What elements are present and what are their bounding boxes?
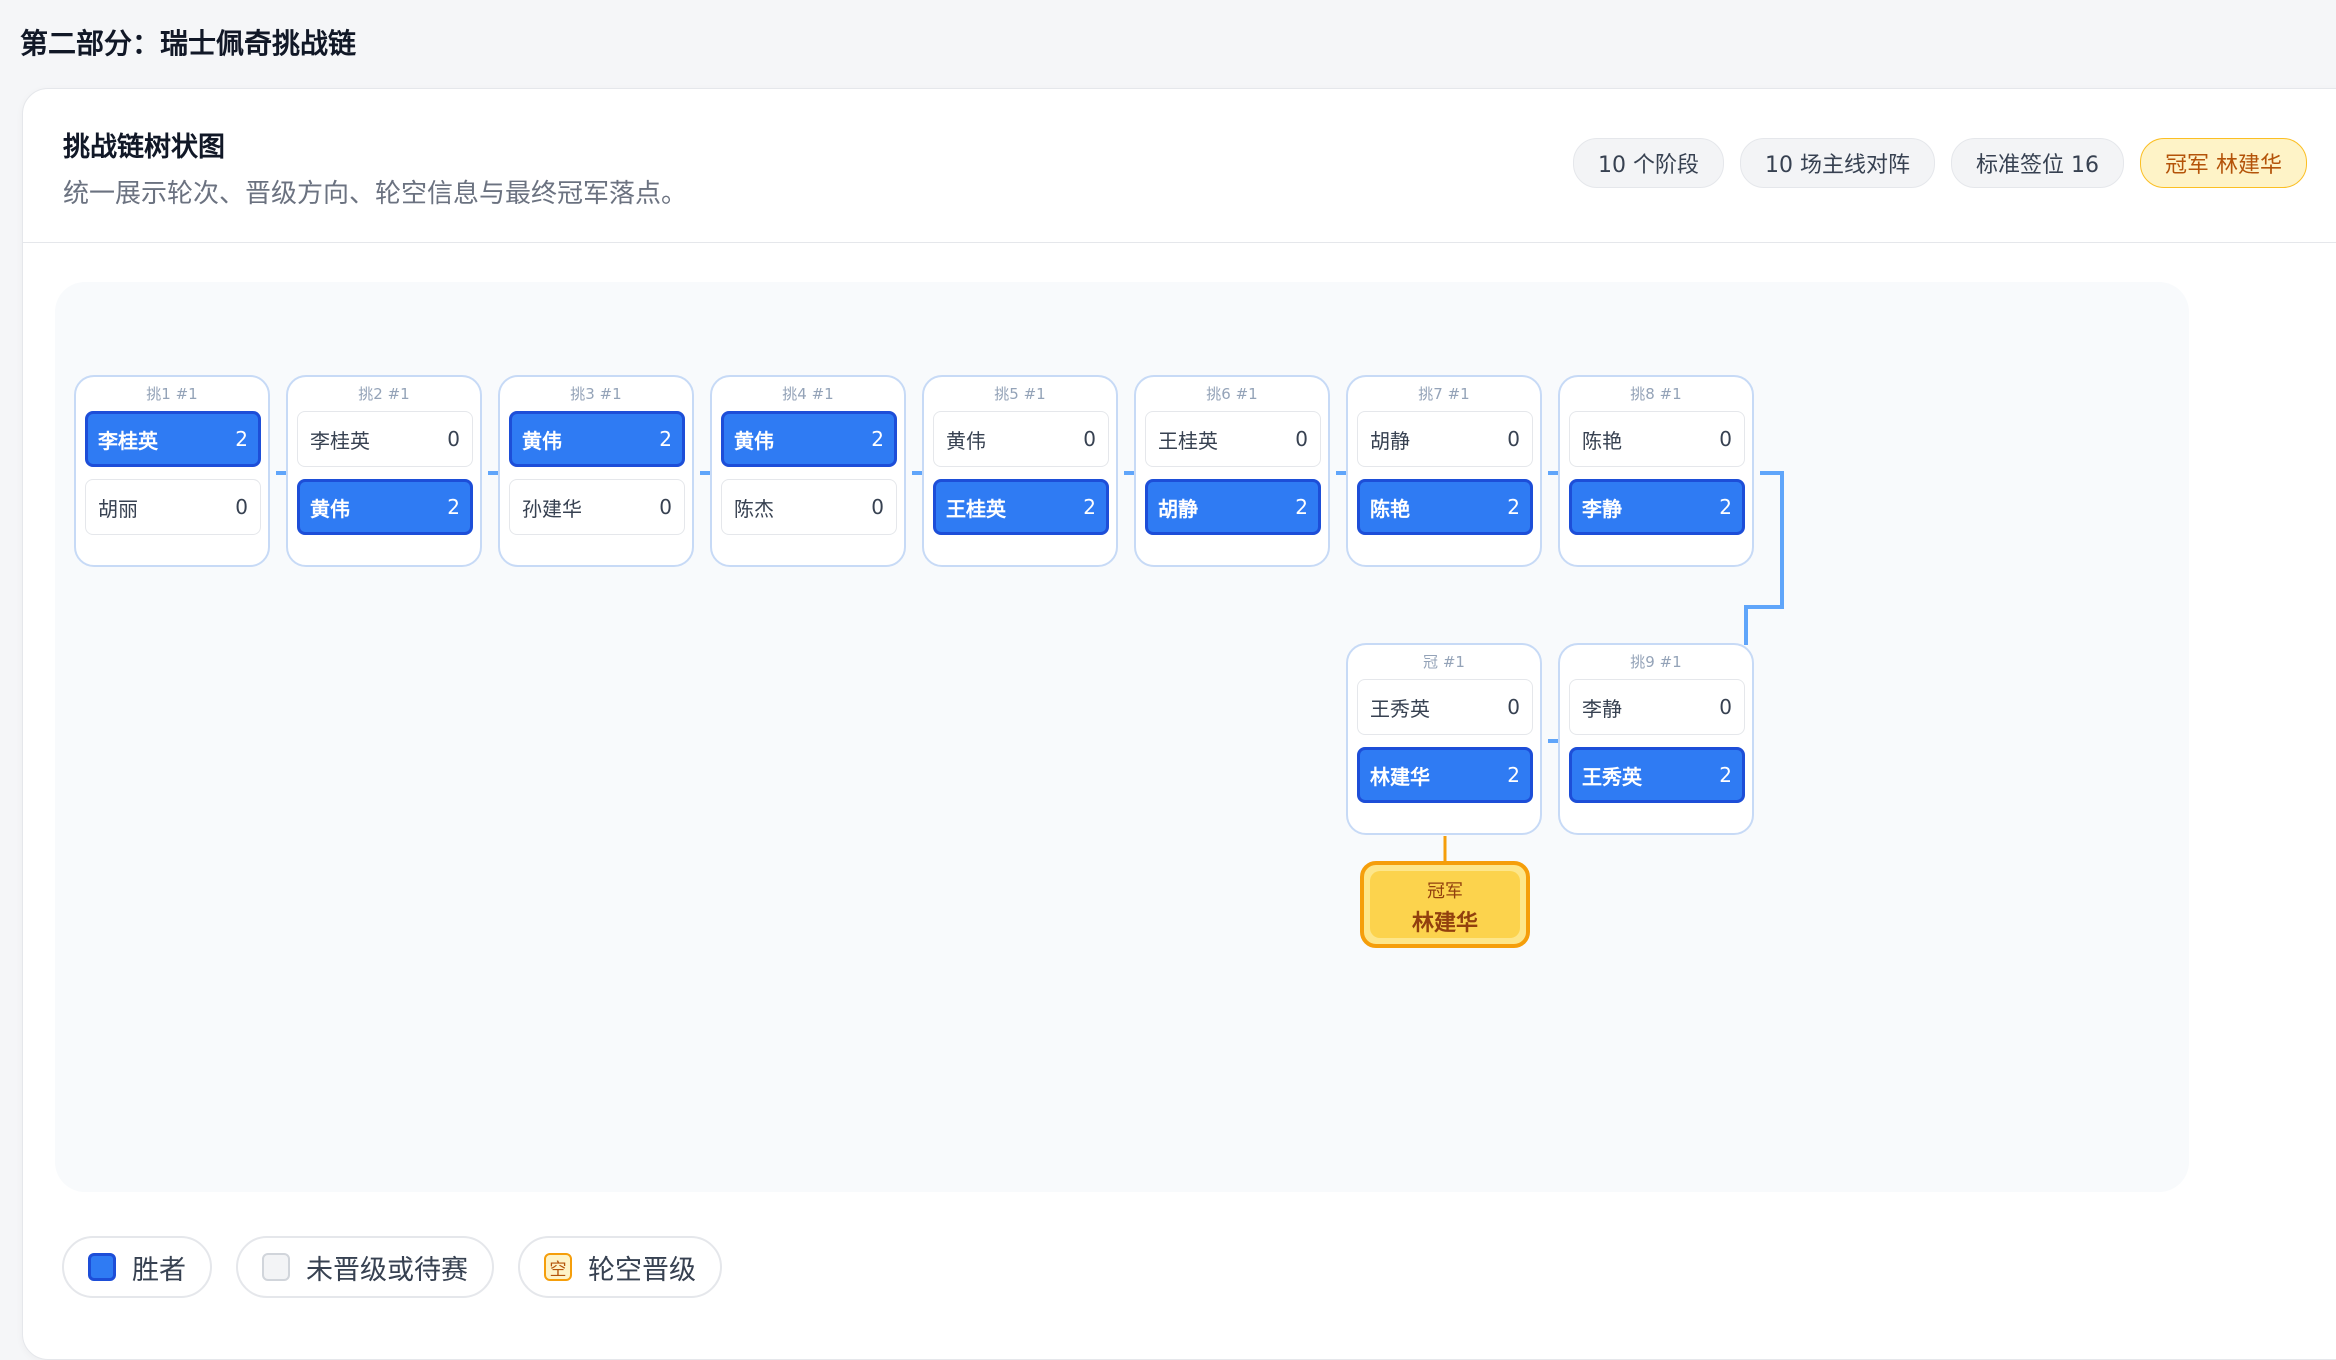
match-card: 挑4 #1 黄伟 2 陈杰 0 <box>710 375 906 567</box>
player-name: 王桂英 <box>946 496 1006 521</box>
winner-slot: 黄伟 2 <box>509 411 685 467</box>
champion-label: 冠军 <box>1427 881 1463 902</box>
player-name: 王桂英 <box>1158 428 1218 453</box>
match-card: 挑6 #1 王桂英 0 胡静 2 <box>1134 375 1330 567</box>
player-score: 0 <box>447 427 460 451</box>
player-score: 2 <box>1507 495 1520 519</box>
player-name: 王秀英 <box>1582 764 1642 789</box>
player-name: 李桂英 <box>310 428 370 453</box>
player-name: 黄伟 <box>310 496 350 521</box>
match-label: 挑9 #1 <box>1630 653 1682 671</box>
winner-slot: 陈艳 2 <box>1357 479 1533 535</box>
player-score: 0 <box>1507 427 1520 451</box>
match-label: 挑1 #1 <box>146 385 198 403</box>
pending-swatch-icon <box>262 1253 290 1281</box>
player-score: 2 <box>1295 495 1308 519</box>
legend-bye-label: 轮空晋级 <box>588 1254 696 1286</box>
winner-slot: 李静 2 <box>1569 479 1745 535</box>
player-slot: 李静 0 <box>1569 679 1745 735</box>
player-slot: 李桂英 0 <box>297 411 473 467</box>
player-slot: 王秀英 0 <box>1357 679 1533 735</box>
player-score: 0 <box>1083 427 1096 451</box>
winner-slot: 王秀英 2 <box>1569 747 1745 803</box>
player-slot: 胡丽 0 <box>85 479 261 535</box>
bracket-connectors <box>276 471 1784 861</box>
match-label: 挑2 #1 <box>358 385 410 403</box>
legend-item-bye: 空 轮空晋级 <box>518 1236 722 1298</box>
player-name: 王秀英 <box>1370 696 1430 721</box>
winner-slot: 黄伟 2 <box>297 479 473 535</box>
match-card: 冠 #1 王秀英 0 林建华 2 <box>1346 643 1542 835</box>
match-card: 挑8 #1 陈艳 0 李静 2 <box>1558 375 1754 567</box>
match-card: 挑2 #1 李桂英 0 黄伟 2 <box>286 375 482 567</box>
winner-slot: 黄伟 2 <box>721 411 897 467</box>
player-score: 2 <box>1083 495 1096 519</box>
player-name: 李静 <box>1582 496 1622 521</box>
winner-swatch-icon <box>88 1253 116 1281</box>
player-name: 陈艳 <box>1582 428 1622 453</box>
player-slot: 孙建华 0 <box>509 479 685 535</box>
match-label: 挑6 #1 <box>1206 385 1258 403</box>
player-name: 李静 <box>1582 696 1622 721</box>
winner-slot: 胡静 2 <box>1145 479 1321 535</box>
player-score: 2 <box>235 427 248 451</box>
player-score: 2 <box>1719 763 1732 787</box>
player-name: 陈艳 <box>1370 496 1410 521</box>
player-score: 2 <box>1719 495 1732 519</box>
player-slot: 王桂英 0 <box>1145 411 1321 467</box>
match-label: 挑7 #1 <box>1418 385 1470 403</box>
winner-slot: 林建华 2 <box>1357 747 1533 803</box>
match-card: 挑9 #1 李静 0 王秀英 2 <box>1558 643 1754 835</box>
player-name: 李桂英 <box>98 428 158 453</box>
legend-item-pending: 未晋级或待赛 <box>236 1236 494 1298</box>
legend-winner-label: 胜者 <box>132 1254 186 1286</box>
legend-item-winner: 胜者 <box>62 1236 212 1298</box>
legend: 胜者 未晋级或待赛 空 轮空晋级 <box>62 1236 722 1298</box>
match-card: 挑3 #1 黄伟 2 孙建华 0 <box>498 375 694 567</box>
match-label: 挑4 #1 <box>782 385 834 403</box>
player-score: 0 <box>871 495 884 519</box>
match-label: 冠 #1 <box>1423 653 1465 671</box>
match-label: 挑3 #1 <box>570 385 622 403</box>
match-label: 挑8 #1 <box>1630 385 1682 403</box>
player-name: 胡静 <box>1370 428 1410 453</box>
match-label: 挑5 #1 <box>994 385 1046 403</box>
player-score: 0 <box>1507 695 1520 719</box>
player-score: 0 <box>1719 695 1732 719</box>
player-score: 2 <box>1507 763 1520 787</box>
player-slot: 陈艳 0 <box>1569 411 1745 467</box>
match-card: 挑7 #1 胡静 0 陈艳 2 <box>1346 375 1542 567</box>
player-score: 2 <box>871 427 884 451</box>
bye-swatch-icon: 空 <box>544 1253 572 1281</box>
player-slot: 陈杰 0 <box>721 479 897 535</box>
player-name: 胡静 <box>1158 496 1198 521</box>
player-score: 0 <box>659 495 672 519</box>
winner-slot: 李桂英 2 <box>85 411 261 467</box>
player-name: 林建华 <box>1370 764 1430 789</box>
player-slot: 胡静 0 <box>1357 411 1533 467</box>
player-slot: 黄伟 0 <box>933 411 1109 467</box>
winner-slot: 王桂英 2 <box>933 479 1109 535</box>
match-card: 挑1 #1 李桂英 2 胡丽 0 <box>74 375 270 567</box>
player-name: 陈杰 <box>734 496 774 521</box>
player-name: 胡丽 <box>98 496 138 521</box>
champion-name: 林建华 <box>1411 911 1478 936</box>
player-score: 0 <box>1295 427 1308 451</box>
player-score: 0 <box>1719 427 1732 451</box>
player-name: 黄伟 <box>522 428 562 453</box>
player-score: 2 <box>447 495 460 519</box>
player-score: 2 <box>659 427 672 451</box>
player-name: 黄伟 <box>734 428 774 453</box>
player-name: 黄伟 <box>946 428 986 453</box>
legend-pending-label: 未晋级或待赛 <box>306 1254 468 1286</box>
match-card: 挑5 #1 黄伟 0 王桂英 2 <box>922 375 1118 567</box>
champion-box: 冠军 林建华 <box>1360 861 1530 948</box>
player-name: 孙建华 <box>522 496 582 521</box>
player-score: 0 <box>235 495 248 519</box>
